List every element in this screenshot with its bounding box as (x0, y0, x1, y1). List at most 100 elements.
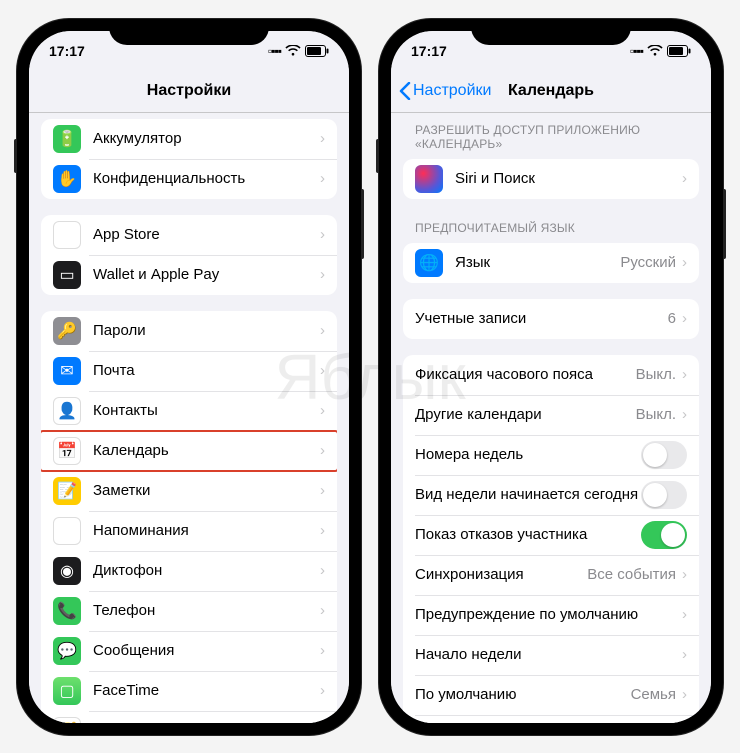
row-accounts[interactable]: Учетные записи 6 › (403, 299, 699, 339)
notch (471, 19, 631, 45)
navbar: Настройки Календарь (391, 71, 711, 113)
row-label: Номера недель (415, 446, 641, 463)
battery-icon (305, 45, 329, 57)
chevron-right-icon: › (682, 686, 687, 703)
settings-row[interactable]: ▢FaceTime› (41, 671, 337, 711)
privacy-icon: ✋ (53, 165, 81, 193)
row-label: Аккумулятор (93, 130, 320, 147)
row-value: Все события (587, 566, 676, 583)
calendar-settings[interactable]: РАЗРЕШИТЬ ДОСТУП ПРИЛОЖЕНИЮ «КАЛЕНДАРЬ» … (391, 113, 711, 723)
battery-icon: 🔋 (53, 125, 81, 153)
row-label: Контакты (93, 402, 320, 419)
settings-row[interactable]: Номера недель (403, 435, 699, 475)
page-title: Календарь (508, 82, 594, 100)
row-label: Siri и Поиск (455, 170, 682, 187)
settings-row[interactable]: 🔑Пароли› (41, 311, 337, 351)
chevron-right-icon: › (320, 362, 325, 379)
settings-row[interactable]: По умолчаниюСемья› (403, 675, 699, 715)
row-label: Начало недели (415, 646, 682, 663)
chevron-right-icon: › (320, 322, 325, 339)
row-label: Телефон (93, 602, 320, 619)
chevron-right-icon: › (320, 482, 325, 499)
calendar-icon: 📅 (53, 437, 81, 465)
status-icons: ▫▪▪▪ (268, 44, 329, 58)
chevron-right-icon: › (682, 254, 687, 271)
chevron-right-icon: › (682, 366, 687, 383)
settings-row[interactable]: ✋ Конфиденциальность› (41, 159, 337, 199)
chevron-right-icon: › (682, 606, 687, 623)
phone-icon: 📞 (53, 597, 81, 625)
row-label: Safari (93, 722, 320, 723)
voicememo-icon: ◉ (53, 557, 81, 585)
chevron-right-icon: › (320, 602, 325, 619)
section-header-lang: ПРЕДПОЧИТАЕМЫЙ ЯЗЫК (391, 215, 711, 241)
phone-left: 17:17 ▫▪▪▪ Настройки 🔋Аккумулятор›✋Конфи… (17, 19, 361, 735)
globe-icon: 🌐 (415, 249, 443, 277)
siri-icon (415, 165, 443, 193)
settings-row[interactable]: 🔋 Аккумулятор› (41, 119, 337, 159)
row-label: Фиксация часового пояса (415, 366, 636, 383)
row-label: FaceTime (93, 682, 320, 699)
settings-row[interactable]: ◉ Диктофон› (41, 551, 337, 591)
settings-row[interactable]: ▭Wallet и Apple Pay› (41, 255, 337, 295)
chevron-right-icon: › (320, 722, 325, 723)
chevron-right-icon: › (320, 170, 325, 187)
row-label: Язык (455, 254, 620, 271)
settings-row[interactable]: Фиксация часового поясаВыкл. › (403, 355, 699, 395)
row-label: Диктофон (93, 562, 320, 579)
row-value: Выкл. (636, 366, 676, 383)
chevron-right-icon: › (320, 442, 325, 459)
settings-row[interactable]: 💬Сообщения› (41, 631, 337, 671)
row-label: Предупреждение по умолчанию (415, 606, 682, 623)
settings-row[interactable]: Делегирование календарей› (403, 715, 699, 723)
row-language[interactable]: 🌐 Язык Русский › (403, 243, 699, 283)
settings-row[interactable]: Предупреждение по умолчанию› (403, 595, 699, 635)
settings-row[interactable]: 📝Заметки› (41, 471, 337, 511)
status-icons: ▫▪▪▪ (630, 44, 691, 58)
messages-icon: 💬 (53, 637, 81, 665)
chevron-right-icon: › (320, 642, 325, 659)
settings-row[interactable]: Вид недели начинается сегодня (403, 475, 699, 515)
settings-row[interactable]: ✉ Почта› (41, 351, 337, 391)
chevron-right-icon: › (320, 562, 325, 579)
settings-row[interactable]: 📞 Телефон› (41, 591, 337, 631)
row-label: Календарь (93, 442, 320, 459)
clock: 17:17 (49, 43, 85, 59)
settings-row[interactable]: Другие календариВыкл.› (403, 395, 699, 435)
mail-icon: ✉ (53, 357, 81, 385)
back-button[interactable]: Настройки (399, 82, 491, 100)
safari-icon: 🧭 (53, 717, 81, 723)
facetime-icon: ▢ (53, 677, 81, 705)
settings-list[interactable]: 🔋Аккумулятор›✋Конфиденциальность› AApp S… (29, 113, 349, 723)
chevron-right-icon: › (682, 406, 687, 423)
settings-row[interactable]: AApp Store› (41, 215, 337, 255)
chevron-right-icon: › (682, 310, 687, 327)
wifi-icon (285, 45, 301, 57)
chevron-right-icon: › (682, 646, 687, 663)
row-label: Показ отказов участника (415, 526, 641, 543)
chevron-right-icon: › (320, 402, 325, 419)
clock: 17:17 (411, 43, 447, 59)
toggle[interactable] (641, 521, 687, 549)
settings-row[interactable]: Показ отказов участника (403, 515, 699, 555)
row-label: Конфиденциальность (93, 170, 320, 187)
settings-row[interactable]: СинхронизацияВсе события› (403, 555, 699, 595)
notch (109, 19, 269, 45)
notes-icon: 📝 (53, 477, 81, 505)
settings-row[interactable]: 🧭 Safari› (41, 711, 337, 723)
toggle[interactable] (641, 481, 687, 509)
cellular-icon: ▫▪▪▪ (630, 44, 643, 58)
settings-row[interactable]: 👤Контакты› (41, 391, 337, 431)
battery-icon (667, 45, 691, 57)
settings-row[interactable]: Начало недели› (403, 635, 699, 675)
chevron-right-icon: › (320, 130, 325, 147)
row-label: Другие календари (415, 406, 636, 423)
page-title: Настройки (147, 82, 231, 100)
screen-left: 17:17 ▫▪▪▪ Настройки 🔋Аккумулятор›✋Конфи… (29, 31, 349, 723)
settings-row[interactable]: 📅 Календарь› (41, 431, 337, 471)
settings-row[interactable]: ⋮≡Напоминания› (41, 511, 337, 551)
row-label: Почта (93, 362, 320, 379)
screen-right: 17:17 ▫▪▪▪ Настройки Календарь РАЗРЕШИТЬ… (391, 31, 711, 723)
row-siri[interactable]: Siri и Поиск › (403, 159, 699, 199)
toggle[interactable] (641, 441, 687, 469)
